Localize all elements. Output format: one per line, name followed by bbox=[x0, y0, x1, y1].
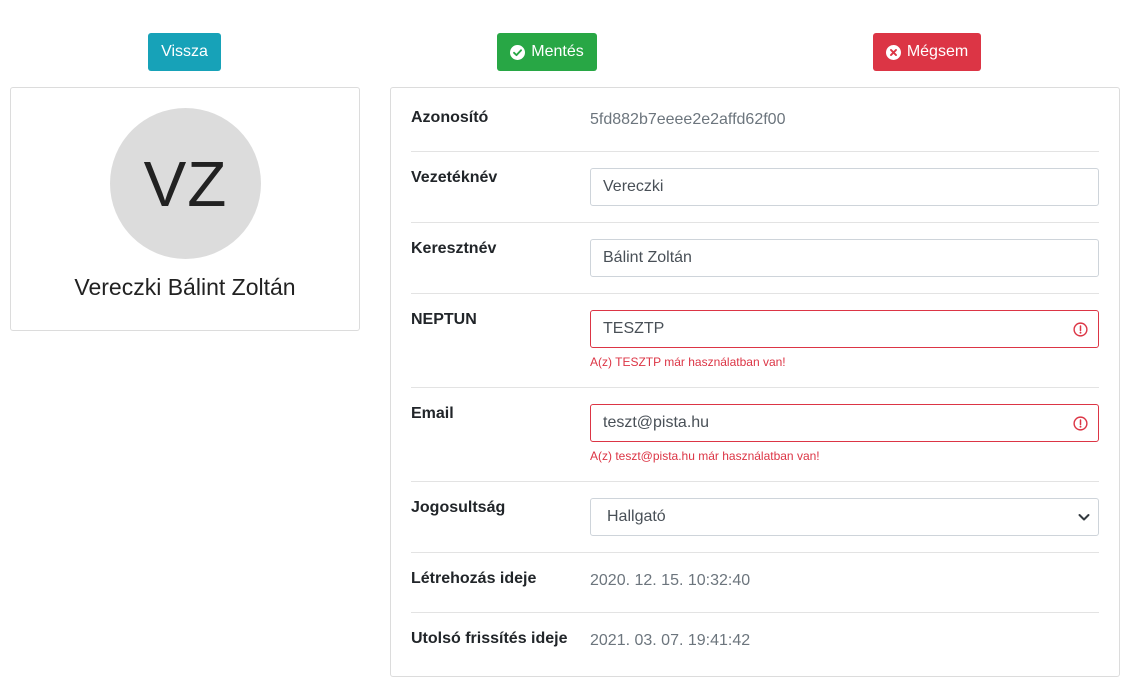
id-label: Azonosító bbox=[411, 109, 489, 126]
email-label: Email bbox=[411, 405, 454, 422]
last-name-input[interactable]: Vereczki bbox=[590, 168, 1099, 206]
save-button-label: Mentés bbox=[531, 43, 584, 60]
back-button-label: Vissza bbox=[161, 43, 208, 60]
created-label: Létrehozás ideje bbox=[411, 570, 537, 587]
first-name-input[interactable]: Bálint Zoltán bbox=[590, 239, 1099, 277]
last-name-label: Vezetéknév bbox=[411, 169, 498, 186]
form-row-updated: Utolsó frissítés ideje 2021. 03. 07. 19:… bbox=[411, 613, 1099, 675]
chevron-down-icon bbox=[1078, 514, 1090, 521]
user-form-card: Azonosító 5fd882b7eeee2e2affd62f00 Vezet… bbox=[390, 87, 1120, 677]
role-select[interactable]: Hallgató bbox=[590, 498, 1099, 536]
first-name-label: Keresztnév bbox=[411, 240, 497, 257]
role-label: Jogosultság bbox=[411, 499, 506, 516]
email-error-message: A(z) teszt@pista.hu már használatban van… bbox=[590, 449, 820, 463]
cancel-button[interactable]: Mégsem bbox=[873, 33, 981, 71]
form-row-id: Azonosító 5fd882b7eeee2e2affd62f00 bbox=[411, 88, 1099, 152]
last-name-input-value: Vereczki bbox=[603, 178, 664, 195]
save-button[interactable]: Mentés bbox=[497, 33, 597, 71]
form-row-first-name: Keresztnév Bálint Zoltán bbox=[411, 223, 1099, 294]
neptun-input[interactable]: TESZTP bbox=[590, 310, 1099, 348]
check-circle-icon bbox=[510, 44, 526, 60]
profile-full-name: Vereczki Bálint Zoltán bbox=[74, 274, 296, 300]
updated-value: 2021. 03. 07. 19:41:42 bbox=[590, 632, 751, 649]
form-row-last-name: Vezetéknév Vereczki bbox=[411, 152, 1099, 223]
created-value: 2020. 12. 15. 10:32:40 bbox=[590, 572, 751, 589]
profile-card: VZ Vereczki Bálint Zoltán bbox=[10, 87, 360, 331]
form-row-neptun: NEPTUN TESZTP A(z) TESZTP már használatb… bbox=[411, 294, 1099, 388]
back-button[interactable]: Vissza bbox=[148, 33, 221, 71]
form-row-email: Email teszt@pista.hu A(z) teszt@pista.hu… bbox=[411, 388, 1099, 482]
form-row-role: Jogosultság Hallgató bbox=[411, 482, 1099, 553]
email-input[interactable]: teszt@pista.hu bbox=[590, 404, 1099, 442]
email-input-value: teszt@pista.hu bbox=[603, 414, 710, 431]
error-circle-icon bbox=[1073, 322, 1088, 337]
first-name-input-value: Bálint Zoltán bbox=[603, 249, 692, 266]
form-row-created: Létrehozás ideje 2020. 12. 15. 10:32:40 bbox=[411, 553, 1099, 613]
id-value: 5fd882b7eeee2e2affd62f00 bbox=[590, 111, 786, 128]
avatar: VZ bbox=[110, 108, 261, 259]
role-select-value: Hallgató bbox=[607, 508, 666, 525]
error-circle-icon bbox=[1073, 416, 1088, 431]
times-circle-icon bbox=[885, 44, 901, 60]
updated-label: Utolsó frissítés ideje bbox=[411, 630, 568, 647]
neptun-input-value: TESZTP bbox=[603, 320, 665, 337]
neptun-error-message: A(z) TESZTP már használatban van! bbox=[590, 355, 786, 369]
neptun-label: NEPTUN bbox=[411, 311, 477, 328]
avatar-initials: VZ bbox=[143, 147, 228, 220]
cancel-button-label: Mégsem bbox=[906, 43, 969, 60]
